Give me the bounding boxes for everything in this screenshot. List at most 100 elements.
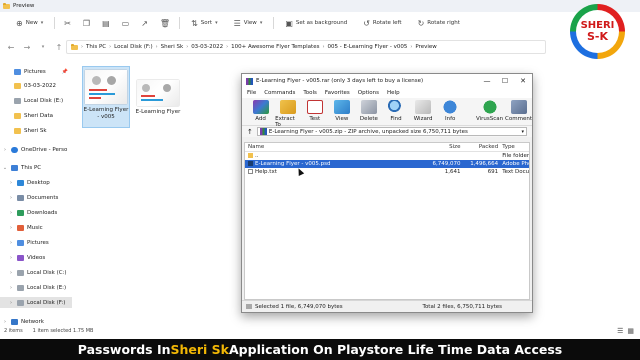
sidebar-item-music[interactable]: › Music	[0, 222, 72, 233]
find-button[interactable]: Find	[383, 100, 408, 122]
extract-to-button[interactable]: Extract To	[275, 100, 300, 128]
column-type[interactable]: Type	[498, 144, 529, 150]
sidebar-item-local-disk-e[interactable]: Local Disk (E:)	[0, 95, 72, 106]
view-button[interactable]: ☰ View ▾	[226, 14, 271, 32]
sidebar-item-desktop[interactable]: › Desktop	[0, 177, 72, 188]
share-button[interactable]: ↗	[135, 14, 154, 32]
sidebar-item-local-disk-e-2[interactable]: › Local Disk (E:)	[0, 282, 72, 293]
sort-label: Sort	[200, 20, 213, 26]
breadcrumb-this-pc[interactable]: This PC	[86, 44, 106, 50]
menu-options[interactable]: Options	[358, 90, 379, 96]
sidebar-item-sheri-sk[interactable]: Sheri Sk	[0, 125, 72, 136]
table-row[interactable]: .. File folder	[245, 152, 529, 160]
file-item[interactable]: E-Learning Flyer	[134, 66, 182, 128]
sidebar-item-pictures-pinned[interactable]: Pictures 📌	[0, 66, 72, 77]
info-button[interactable]: Info	[438, 100, 463, 122]
sidebar-item-onedrive[interactable]: › OneDrive - Perso	[0, 144, 72, 155]
chevron-right-icon[interactable]: ›	[8, 255, 14, 261]
forward-icon[interactable]: →	[22, 43, 32, 52]
chevron-down-icon[interactable]: ▾	[521, 129, 524, 135]
address-bar[interactable]: › This PC › Local Disk (F:) › Sheri Sk ›…	[66, 40, 546, 54]
virusscan-button[interactable]: VirusScan	[476, 100, 503, 122]
add-button[interactable]: Add	[248, 100, 273, 122]
chevron-right-icon[interactable]: ›	[2, 147, 8, 153]
view-file-button[interactable]: View	[329, 100, 354, 122]
banner-text-start: Passwords In	[77, 342, 171, 357]
breadcrumb-sheri-sk[interactable]: Sheri Sk	[161, 44, 184, 50]
minimize-button[interactable]: —	[478, 74, 496, 88]
view-book-icon	[333, 100, 350, 114]
winrar-menu-bar: File Commands Tools Favorites Options He…	[242, 88, 532, 98]
rename-button[interactable]: ▭	[116, 14, 136, 32]
paste-button[interactable]: ▤	[96, 14, 116, 32]
wizard-button[interactable]: Wizard	[411, 100, 436, 122]
delete-file-button[interactable]: Delete	[356, 100, 381, 122]
set-as-background-button[interactable]: ▣ Set as background	[277, 14, 355, 32]
row-name-cell: E-Learning Flyer - v005.psd	[245, 161, 427, 167]
chevron-right-icon[interactable]: ›	[8, 180, 14, 186]
sidebar-item-downloads[interactable]: › Downloads	[0, 207, 72, 218]
sort-button[interactable]: ⇅ Sort ▾	[183, 14, 226, 32]
rotate-left-button[interactable]: ↺ Rotate left	[355, 14, 409, 32]
rotate-right-button[interactable]: ↻ Rotate right	[410, 14, 468, 32]
delete-button[interactable]: 🗑	[154, 14, 176, 32]
breadcrumb-date-folder[interactable]: 03-03-2022	[191, 44, 223, 50]
sidebar-item-local-disk-c[interactable]: › Local Disk (C:)	[0, 267, 72, 278]
menu-commands[interactable]: Commands	[264, 90, 295, 96]
back-icon[interactable]: ←	[6, 43, 16, 52]
column-size[interactable]: Size	[427, 144, 460, 150]
menu-help[interactable]: Help	[387, 90, 400, 96]
up-icon[interactable]: ↑	[54, 43, 64, 52]
sidebar-item-videos[interactable]: › Videos	[0, 252, 72, 263]
recent-chevron-icon[interactable]: ▾	[38, 44, 48, 50]
large-icons-view-icon[interactable]: ▦	[627, 327, 634, 335]
details-view-icon[interactable]: ☰	[617, 327, 623, 335]
menu-tools[interactable]: Tools	[303, 90, 317, 96]
chevron-right-icon[interactable]: ›	[8, 285, 14, 291]
up-folder-icon[interactable]: ↑	[247, 128, 253, 136]
breadcrumb-preview[interactable]: Preview	[415, 44, 436, 50]
folder-icon	[14, 82, 21, 89]
table-row[interactable]: E-Learning Flyer - v005.psd 6,749,070 1,…	[245, 160, 529, 168]
column-name[interactable]: Name	[245, 144, 427, 150]
menu-file[interactable]: File	[247, 90, 256, 96]
sidebar-item-label: This PC	[21, 164, 42, 171]
chevron-right-icon[interactable]: ›	[8, 270, 14, 276]
sidebar-item-pictures[interactable]: › Pictures	[0, 237, 72, 248]
file-item[interactable]: E-Learning Flyer - v005	[82, 66, 130, 128]
breadcrumb-elearning-flyer[interactable]: 005 - E-Learning Flyer - v005	[327, 44, 407, 50]
sidebar-item-label: Network	[21, 318, 44, 325]
new-label: New	[25, 20, 38, 26]
new-button[interactable]: ⊕ New ▾	[8, 14, 51, 32]
comment-button[interactable]: Comment	[505, 100, 532, 122]
plus-icon: ⊕	[16, 18, 23, 28]
chevron-down-icon[interactable]: ⌄	[2, 165, 8, 171]
chevron-right-icon[interactable]: ›	[8, 300, 14, 306]
maximize-button[interactable]: ☐	[496, 74, 514, 88]
archive-path-field[interactable]: E-Learning Flyer - v005.zip - ZIP archiv…	[256, 127, 527, 136]
sidebar-item-sheri-data[interactable]: Sheri Data	[0, 110, 72, 121]
folder-icon	[14, 127, 21, 134]
column-packed[interactable]: Packed	[460, 144, 498, 150]
sidebar-item-local-disk-f[interactable]: › Local Disk (F:)	[0, 297, 72, 308]
psd-file-icon	[248, 161, 253, 166]
close-button[interactable]: ✕	[514, 74, 532, 88]
cut-button[interactable]: ✂	[58, 14, 77, 32]
sidebar-item-this-pc[interactable]: ⌄ This PC	[0, 162, 72, 173]
sidebar-item-date-folder[interactable]: 03-03-2022	[0, 80, 72, 91]
test-button[interactable]: Test	[302, 100, 327, 122]
chevron-right-icon[interactable]: ›	[2, 319, 8, 325]
chevron-right-icon[interactable]: ›	[8, 240, 14, 246]
sidebar-item-network[interactable]: › Network	[0, 316, 72, 327]
chevron-right-icon[interactable]: ›	[8, 210, 14, 216]
sidebar-item-label: Sheri Sk	[24, 127, 47, 134]
breadcrumb-local-disk-f[interactable]: Local Disk (F:)	[114, 44, 152, 50]
sidebar-item-label: Downloads	[27, 209, 58, 216]
menu-favorites[interactable]: Favorites	[325, 90, 350, 96]
chevron-right-icon[interactable]: ›	[8, 195, 14, 201]
table-row[interactable]: Help.txt 1,641 691 Text Docum	[245, 168, 529, 176]
breadcrumb-flyer-templates[interactable]: 100+ Awesome Flyer Templates	[231, 44, 319, 50]
chevron-right-icon[interactable]: ›	[8, 225, 14, 231]
sidebar-item-documents[interactable]: › Documents	[0, 192, 72, 203]
copy-button[interactable]: ❐	[77, 14, 96, 32]
